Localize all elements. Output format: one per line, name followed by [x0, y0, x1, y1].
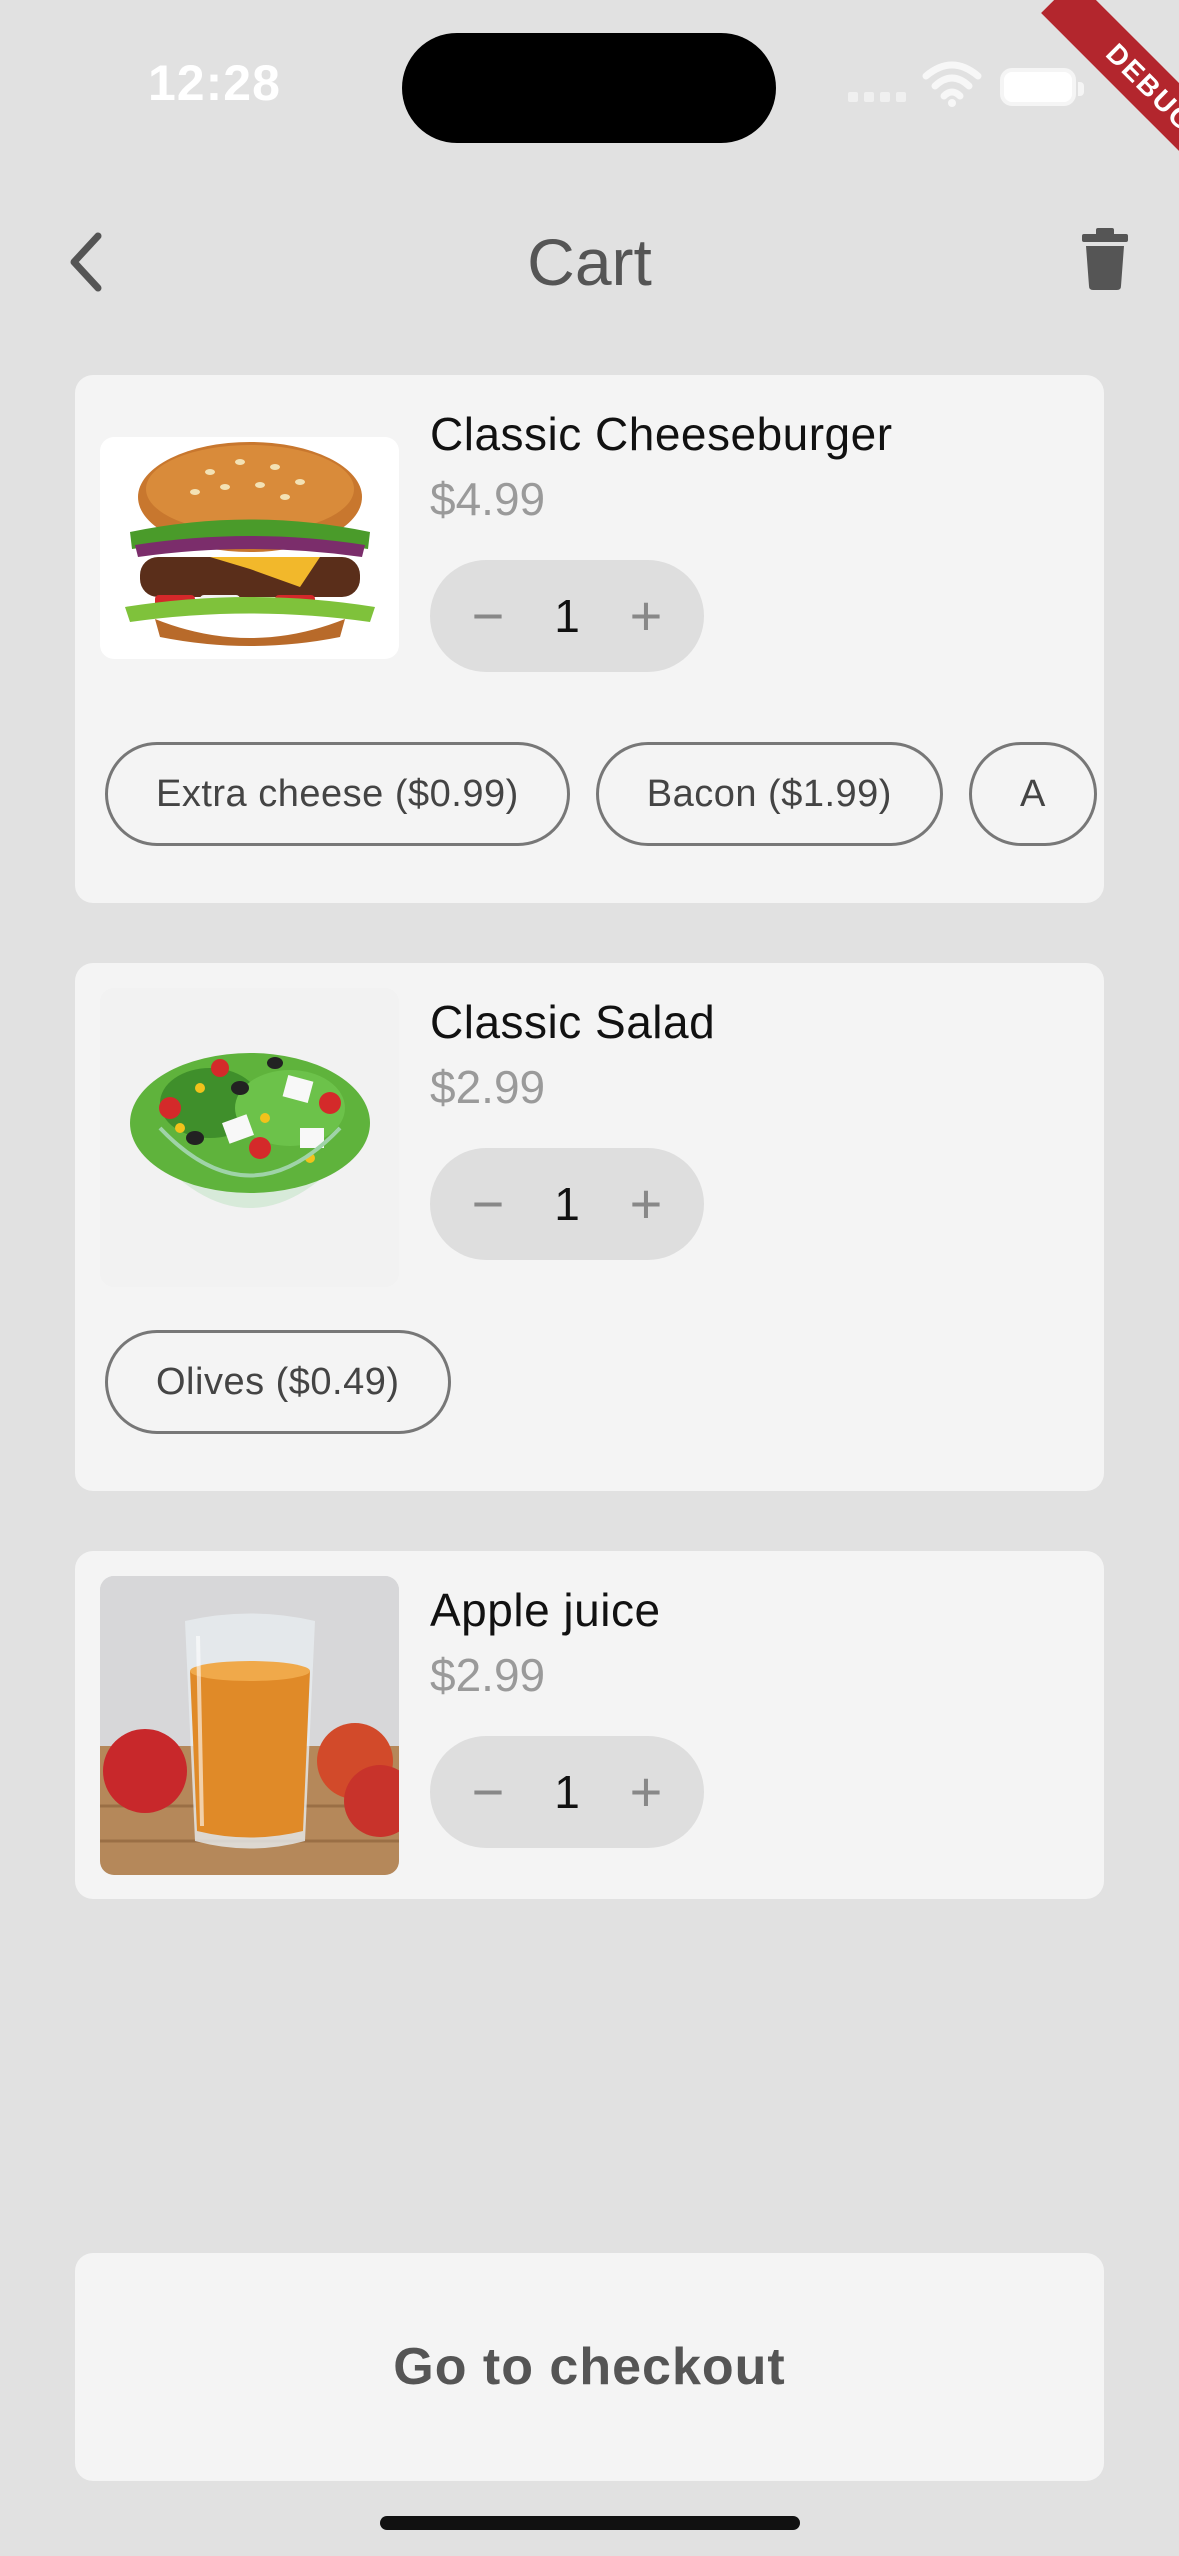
extra-chip[interactable]: A: [968, 742, 1097, 846]
trash-icon: [1082, 228, 1128, 290]
item-price: $2.99: [430, 1649, 546, 1701]
item-price: $2.99: [430, 1061, 546, 1113]
cart-item-card: Classic Cheeseburger $4.99 − 1 + Extra c…: [75, 375, 1104, 903]
decrement-button[interactable]: −: [458, 586, 518, 646]
quantity-value: 1: [554, 1766, 580, 1818]
item-name: Classic Salad: [430, 996, 716, 1048]
dynamic-island: [402, 33, 776, 143]
cheeseburger-image: [100, 437, 399, 659]
extras-list: Olives ($0.49): [105, 1330, 451, 1434]
quantity-stepper: − 1 +: [430, 1736, 704, 1848]
cellular-signal-icon: [848, 92, 906, 102]
checkout-button[interactable]: Go to checkout: [75, 2253, 1104, 2481]
cart-item-card: Apple juice $2.99 − 1 +: [75, 1551, 1104, 1899]
cart-item-card: Classic Salad $2.99 − 1 + Olives ($0.49): [75, 963, 1104, 1491]
item-name: Apple juice: [430, 1584, 661, 1636]
extras-list: Extra cheese ($0.99) Bacon ($1.99) A: [105, 742, 1097, 846]
extra-chip[interactable]: Bacon ($1.99): [595, 742, 943, 846]
status-time: 12:28: [148, 55, 281, 111]
extra-chip[interactable]: Extra cheese ($0.99): [105, 742, 570, 846]
decrement-button[interactable]: −: [458, 1174, 518, 1234]
salad-image: [100, 988, 399, 1287]
extra-chip[interactable]: Olives ($0.49): [105, 1330, 451, 1434]
quantity-value: 1: [554, 1178, 580, 1230]
clear-cart-button[interactable]: [1080, 228, 1140, 298]
increment-button[interactable]: +: [616, 1174, 676, 1234]
decrement-button[interactable]: −: [458, 1762, 518, 1822]
quantity-stepper: − 1 +: [430, 560, 704, 672]
quantity-stepper: − 1 +: [430, 1148, 704, 1260]
battery-icon: [1000, 68, 1084, 106]
wifi-icon: [922, 61, 982, 107]
home-indicator: [380, 2516, 800, 2530]
page-title: Cart: [527, 225, 652, 299]
item-price: $4.99: [430, 473, 546, 525]
item-name: Classic Cheeseburger: [430, 408, 893, 460]
increment-button[interactable]: +: [616, 586, 676, 646]
increment-button[interactable]: +: [616, 1762, 676, 1822]
quantity-value: 1: [554, 590, 580, 642]
apple-juice-image: [100, 1576, 399, 1875]
